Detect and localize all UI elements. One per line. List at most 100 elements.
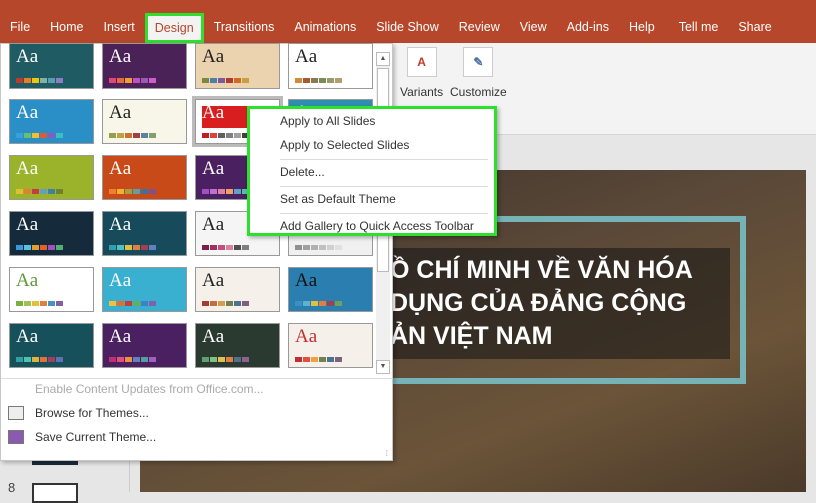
tab-help[interactable]: Help <box>619 12 665 43</box>
theme-thumbnail[interactable]: Aa <box>102 211 187 256</box>
swatch <box>125 301 132 306</box>
swatch <box>319 301 326 306</box>
tab-animations[interactable]: Animations <box>284 12 366 43</box>
theme-sample-text: Aa <box>295 326 318 347</box>
swatch <box>117 357 124 362</box>
color-swatches <box>202 78 249 83</box>
swatch <box>327 301 334 306</box>
theme-sample-text: Aa <box>202 158 225 179</box>
swatch <box>40 78 47 83</box>
scroll-down-button[interactable]: ▼ <box>376 360 390 374</box>
theme-thumbnail[interactable]: Aa <box>102 99 187 144</box>
theme-thumbnail[interactable]: Aa <box>195 323 280 368</box>
swatch <box>295 357 302 362</box>
swatch <box>48 189 55 194</box>
item-label: Browse for Themes... <box>35 406 149 420</box>
slide-thumbnail[interactable] <box>32 483 78 503</box>
theme-thumbnail[interactable]: Aa <box>9 43 94 89</box>
swatch <box>16 189 23 194</box>
swatch <box>48 301 55 306</box>
apply-to-selected-slides[interactable]: Apply to Selected Slides <box>250 134 494 158</box>
swatch <box>24 78 31 83</box>
tab-review[interactable]: Review <box>449 12 510 43</box>
theme-thumbnail[interactable]: Aa <box>9 99 94 144</box>
title-bar <box>0 0 816 12</box>
color-swatches <box>16 78 63 83</box>
tab-file[interactable]: File <box>0 12 40 43</box>
swatch <box>234 245 241 250</box>
slide-title[interactable]: Ồ CHÍ MINH VỀ VĂN HÓA DỤNG CỦA ĐẢNG CỘNG… <box>390 248 730 359</box>
theme-thumbnail[interactable]: Aa <box>288 323 373 368</box>
title-line: DỤNG CỦA ĐẢNG CỘNG <box>390 289 687 317</box>
swatch <box>40 301 47 306</box>
theme-thumbnail[interactable]: Aa <box>9 155 94 200</box>
swatch <box>109 357 116 362</box>
browse-for-themes-item[interactable]: Browse for Themes... <box>1 402 391 424</box>
set-default-theme[interactable]: Set as Default Theme <box>250 188 494 212</box>
theme-thumbnail[interactable]: Aa <box>9 211 94 256</box>
theme-context-menu: Apply to All Slides Apply to Selected Sl… <box>247 106 497 236</box>
swatch <box>40 245 47 250</box>
save-current-theme-item[interactable]: Save Current Theme... <box>1 426 391 448</box>
theme-sample-text: Aa <box>109 214 132 235</box>
swatch <box>32 78 39 83</box>
add-gallery-to-qat[interactable]: Add Gallery to Quick Access Toolbar <box>250 215 494 239</box>
swatch <box>56 133 63 138</box>
swatch <box>16 245 23 250</box>
theme-thumbnail[interactable]: Aa <box>9 323 94 368</box>
swatch <box>319 245 326 250</box>
swatch <box>226 189 233 194</box>
color-swatches <box>295 245 342 250</box>
swatch <box>311 78 318 83</box>
swatch <box>40 133 47 138</box>
swatch <box>234 357 241 362</box>
scroll-up-button[interactable]: ▲ <box>376 52 390 66</box>
swatch <box>210 245 217 250</box>
swatch <box>56 189 63 194</box>
swatch <box>234 301 241 306</box>
customize-button[interactable]: ✎ Customize <box>450 47 507 99</box>
theme-thumbnail[interactable]: Aa <box>102 155 187 200</box>
theme-thumbnail[interactable]: Aa <box>102 267 187 312</box>
tab-transitions[interactable]: Transitions <box>204 12 285 43</box>
tab-insert[interactable]: Insert <box>94 12 145 43</box>
tab-tell-me[interactable]: Tell me <box>669 12 729 43</box>
variants-button[interactable]: A Variants <box>400 47 443 99</box>
color-swatches <box>16 301 63 306</box>
tab-slide-show[interactable]: Slide Show <box>366 12 449 43</box>
theme-thumbnail[interactable]: Aa <box>9 267 94 312</box>
resize-grip-icon[interactable]: ⁞ <box>386 449 388 458</box>
theme-thumbnail[interactable]: Aa <box>288 43 373 89</box>
color-swatches <box>295 78 342 83</box>
theme-thumbnail[interactable]: Aa <box>195 267 280 312</box>
apply-to-all-slides[interactable]: Apply to All Slides <box>250 110 494 134</box>
swatch <box>242 357 249 362</box>
theme-thumbnail[interactable]: Aa <box>102 43 187 89</box>
swatch <box>234 189 241 194</box>
tab-add-ins[interactable]: Add-ins <box>557 12 619 43</box>
tab-home[interactable]: Home <box>40 12 93 43</box>
color-swatches <box>202 133 249 138</box>
theme-thumbnail[interactable]: Aa <box>288 267 373 312</box>
delete-theme[interactable]: Delete... <box>250 161 494 185</box>
swatch <box>32 189 39 194</box>
swatch <box>24 189 31 194</box>
color-swatches <box>295 301 342 306</box>
theme-thumbnail[interactable]: Aa <box>102 323 187 368</box>
swatch <box>16 357 23 362</box>
swatch <box>117 245 124 250</box>
tab-view[interactable]: View <box>510 12 557 43</box>
swatch <box>133 189 140 194</box>
tab-design[interactable]: Design <box>144 13 204 43</box>
swatch <box>335 357 342 362</box>
tab-share[interactable]: Share <box>728 12 781 43</box>
theme-thumbnail[interactable]: Aa <box>195 43 280 89</box>
swatch <box>242 301 249 306</box>
swatch <box>149 189 156 194</box>
swatch <box>133 245 140 250</box>
swatch <box>133 357 140 362</box>
swatch <box>202 301 209 306</box>
swatch <box>311 357 318 362</box>
color-swatches <box>16 189 63 194</box>
swatch <box>218 245 225 250</box>
